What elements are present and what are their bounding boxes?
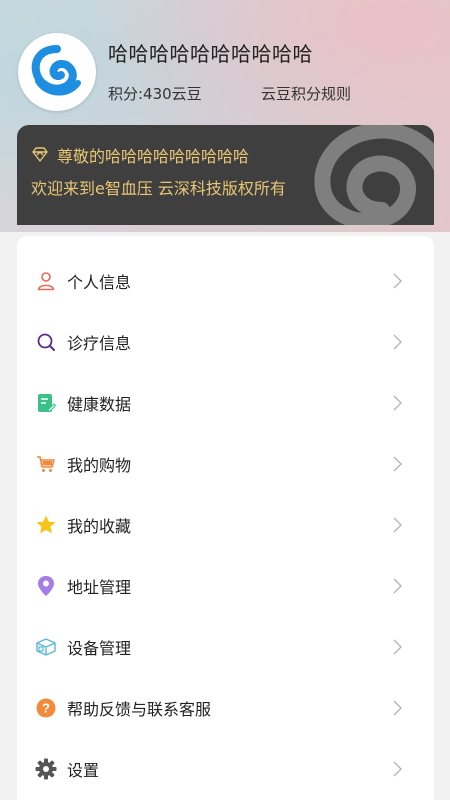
menu-item-label: 地址管理 [67,577,132,597]
star-icon [35,514,57,536]
menu-item-label: 帮助反馈与联系客服 [67,699,212,719]
menu-item-help-feedback[interactable]: ? 帮助反馈与联系客服 [17,677,434,738]
app-logo-icon [28,43,86,101]
chevron-right-icon [393,761,402,776]
chevron-right-icon [393,578,402,593]
chevron-right-icon [393,456,402,471]
menu-item-label: 健康数据 [67,394,132,414]
menu-item-label: 诊疗信息 [67,333,132,353]
menu-item-address-management[interactable]: 地址管理 [17,555,434,616]
chevron-right-icon [393,273,402,288]
menu-item-label: 设备管理 [67,638,132,658]
menu-item-device-management[interactable]: 设备管理 [17,616,434,677]
menu-list: 个人信息 诊疗信息 健康数据 我的购物 我的收藏 地址管理 设备管理 ? 帮助反… [17,236,434,800]
location-pin-icon [35,575,57,597]
user-icon [35,270,57,292]
cart-icon [35,453,57,475]
search-icon [35,331,57,353]
username: 哈哈哈哈哈哈哈哈哈哈 [108,42,313,66]
menu-item-my-shopping[interactable]: 我的购物 [17,433,434,494]
menu-item-label: 个人信息 [67,272,132,292]
chevron-right-icon [393,517,402,532]
vip-card: 尊敬的哈哈哈哈哈哈哈哈哈 欢迎来到e智血压 云深科技版权所有 [17,125,434,225]
gear-icon [35,758,57,780]
chevron-right-icon [393,395,402,410]
chevron-right-icon [393,700,402,715]
menu-item-diagnosis-info[interactable]: 诊疗信息 [17,311,434,372]
points-rules-link[interactable]: 云豆积分规则 [261,83,351,104]
chevron-right-icon [393,639,402,654]
chevron-right-icon [393,334,402,349]
vip-greeting-row: 尊敬的哈哈哈哈哈哈哈哈哈 [31,143,249,167]
health-data-icon [35,392,57,414]
menu-item-personal-info[interactable]: 个人信息 [17,250,434,311]
points-balance: 积分:430云豆 [108,85,202,103]
menu-item-label: 我的购物 [67,455,132,475]
menu-item-settings[interactable]: 设置 [17,738,434,799]
vip-welcome-text: 欢迎来到e智血压 云深科技版权所有 [31,179,286,198]
svg-text:?: ? [42,700,50,715]
device-box-icon [35,636,57,658]
avatar[interactable] [18,33,96,111]
menu-item-label: 设置 [67,760,100,780]
vip-greeting: 尊敬的哈哈哈哈哈哈哈哈哈 [57,147,250,166]
menu-item-my-favorites[interactable]: 我的收藏 [17,494,434,555]
menu-item-health-data[interactable]: 健康数据 [17,372,434,433]
help-icon: ? [35,697,57,719]
menu-item-label: 我的收藏 [67,516,132,536]
diamond-icon [32,147,48,162]
